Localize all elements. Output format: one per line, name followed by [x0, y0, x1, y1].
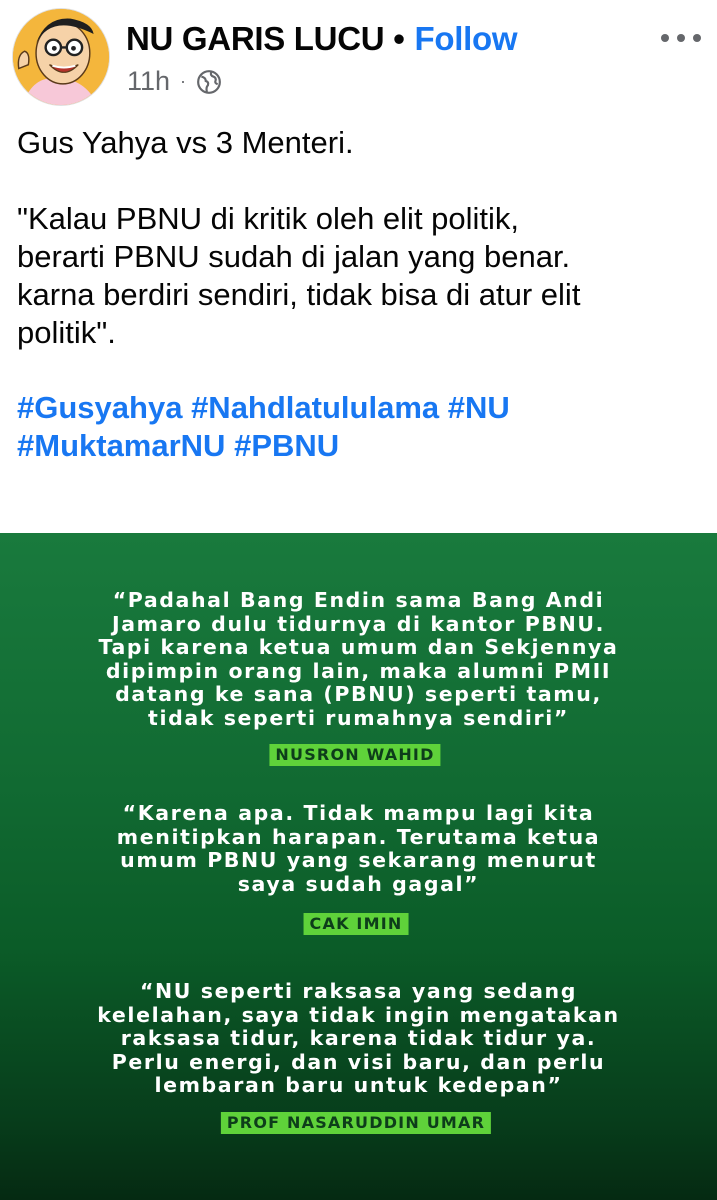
- quote-line: tidak seperti rumahnya sendiri”: [148, 705, 569, 730]
- quote-line: umum PBNU yang sekarang menurut: [120, 848, 597, 872]
- title-separator: •: [393, 20, 405, 57]
- hashtag-link[interactable]: #PBNU: [234, 428, 339, 463]
- more-options-icon[interactable]: [659, 30, 703, 46]
- quote-line: “Padahal Bang Endin sama Bang Andi: [112, 588, 605, 612]
- quote-line: saya sudah gagal”: [237, 871, 480, 896]
- hashtag-link[interactable]: #NU: [448, 390, 510, 425]
- post-header: NU GARIS LUCU • Follow 11h ·: [0, 0, 717, 110]
- post-quote-line: "Kalau PBNU di kritik oleh elit politik,: [17, 201, 520, 236]
- speaker-tag: NUSRON WAHID: [269, 744, 441, 766]
- post-body: Gus Yahya vs 3 Menteri. "Kalau PBNU di k…: [17, 124, 707, 465]
- quote-line: dipimpin orang lain, maka alumni PMII: [105, 658, 612, 683]
- globe-icon: [197, 69, 221, 94]
- quote-line: Tapi karena ketua umum dan Sekjennya: [98, 635, 619, 659]
- quote-line: raksasa tidur, karena tidak tidur ya.: [120, 1026, 597, 1050]
- quote-line: “Karena apa. Tidak mampu lagi kita: [122, 801, 595, 825]
- quote-line: menitipkan harapan. Terutama ketua: [116, 824, 601, 849]
- quote-line: Jamaro dulu tidurnya di kantor PBNU.: [111, 611, 605, 636]
- page-name-link[interactable]: NU GARIS LUCU: [126, 20, 385, 57]
- hashtag-line: #MuktamarNU #PBNU: [17, 427, 707, 465]
- quote-block: “Karena apa. Tidak mampu lagi kita menit…: [0, 801, 717, 896]
- hashtag-link[interactable]: #Nahdlatululama: [191, 390, 439, 425]
- post-timestamp[interactable]: 11h: [127, 66, 170, 97]
- post-title-line: NU GARIS LUCU • Follow: [126, 20, 518, 58]
- quote-line: Perlu energi, dan visi baru, dan perlu: [111, 1049, 606, 1074]
- hashtag-line: #Gusyahya #Nahdlatululama #NU: [17, 389, 707, 427]
- quote-line: datang ke sana (PBNU) seperti tamu,: [115, 682, 602, 706]
- post-quote-line: berarti PBNU sudah di jalan yang benar.: [17, 239, 571, 274]
- post-image[interactable]: “Padahal Bang Endin sama Bang Andi Jamar…: [0, 533, 717, 1200]
- post-meta: 11h ·: [127, 66, 222, 97]
- quote-line: lembaran baru untuk kedepan”: [154, 1073, 563, 1097]
- quote-line: kelelahan, saya tidak ingin mengatakan: [97, 1002, 620, 1027]
- hashtag-link[interactable]: #MuktamarNU: [17, 428, 225, 463]
- avatar-caricature-icon: [13, 9, 109, 105]
- post-text-line: Gus Yahya vs 3 Menteri.: [17, 125, 354, 160]
- follow-button[interactable]: Follow: [415, 20, 518, 57]
- quote-block: “NU seperti raksasa yang sedang kelelaha…: [0, 979, 717, 1098]
- hashtag-link[interactable]: #Gusyahya: [17, 390, 182, 425]
- speaker-tag: PROF NASARUDDIN UMAR: [220, 1112, 492, 1134]
- post-quote-line: karna berdiri sendiri, tidak bisa di atu…: [17, 277, 581, 312]
- post-quote-line: politik".: [17, 315, 116, 350]
- quote-line: “NU seperti raksasa yang sedang: [139, 979, 578, 1003]
- speaker-tag: CAK IMIN: [303, 913, 409, 935]
- quote-block: “Padahal Bang Endin sama Bang Andi Jamar…: [0, 588, 717, 730]
- page-avatar[interactable]: [12, 8, 110, 106]
- meta-separator: ·: [180, 71, 187, 91]
